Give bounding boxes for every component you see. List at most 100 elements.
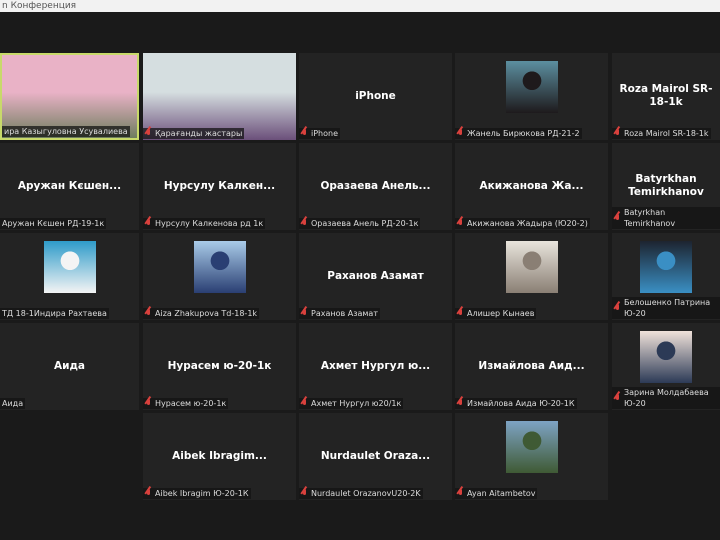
participant-tile[interactable]: Aiza Zhakupova Td-18-1k bbox=[143, 233, 296, 320]
participant-tile[interactable]: Измайлова Аид... Измайлова Аида Ю-20-1К bbox=[455, 323, 608, 410]
muted-mic-icon bbox=[614, 393, 621, 403]
muted-mic-icon bbox=[457, 309, 464, 318]
profile-picture bbox=[43, 241, 96, 293]
participant-name: Жанель Бирюкова РД-21-2 bbox=[467, 129, 580, 138]
participant-name: Roza Mairol SR-18-1k bbox=[624, 129, 709, 138]
muted-mic-icon bbox=[301, 489, 308, 498]
participant-tile[interactable]: iPhone iPhone bbox=[299, 53, 452, 140]
participant-tile[interactable]: Ayan Aitambetov bbox=[455, 413, 608, 500]
participant-tile[interactable]: Жанель Бирюкова РД-21-2 bbox=[455, 53, 608, 140]
muted-mic-icon bbox=[614, 303, 621, 313]
gallery-view: ира Казыгуловна Усувалиева Қарағанды жаст… bbox=[0, 0, 720, 540]
participant-name: Нурасем ю-20-1к bbox=[155, 399, 227, 408]
profile-picture bbox=[193, 241, 246, 293]
participant-display-name: Batyrkhan Temirkhanov bbox=[628, 173, 704, 198]
muted-mic-icon bbox=[145, 129, 152, 138]
participant-display-name: Акижанова Жа... bbox=[479, 179, 584, 192]
participant-display-name: Измайлова Аид... bbox=[478, 359, 585, 372]
participant-name-label: Nurdaulet OrazanovU20-2K bbox=[299, 488, 423, 499]
participant-tile[interactable]: Аружан Кєшен... Аружан Кєшен РД-19-1к bbox=[0, 143, 139, 230]
muted-mic-icon bbox=[457, 399, 464, 408]
participant-name-label: Нурсулу Калкенова рд 1к bbox=[143, 218, 266, 229]
participant-name: Ахмет Нургул ю20/1к bbox=[311, 399, 402, 408]
participant-tile[interactable]: Nurdaulet Oraza... Nurdaulet OrazanovU20-… bbox=[299, 413, 452, 500]
participant-display-name: Аружан Кєшен... bbox=[17, 179, 122, 192]
participant-name: Измайлова Аида Ю-20-1К bbox=[467, 399, 575, 408]
participant-name: Раханов Азамат bbox=[311, 309, 378, 318]
participant-tile[interactable]: Нурасем ю-20-1к Нурасем ю-20-1к bbox=[143, 323, 296, 410]
muted-mic-icon bbox=[457, 489, 464, 498]
muted-mic-icon bbox=[301, 309, 308, 318]
participant-name: Batyrkhan Temirkhanov bbox=[624, 208, 676, 228]
muted-mic-icon bbox=[614, 129, 621, 138]
participant-display-name: Ахмет Нургул ю... bbox=[320, 359, 431, 372]
participant-name: ира Казыгуловна Усувалиева bbox=[4, 127, 128, 136]
participant-name-label: Акижанова Жадыра (Ю20-2) bbox=[455, 218, 590, 229]
participant-name: Қарағанды жастары bbox=[155, 129, 243, 138]
participant-name: Aiza Zhakupova Td-18-1k bbox=[155, 309, 258, 318]
participant-name-label: Жанель Бирюкова РД-21-2 bbox=[455, 128, 582, 139]
participant-display-name: Aibek Ibragim... bbox=[172, 449, 267, 462]
participant-name-label: ира Казыгуловна Усувалиева bbox=[2, 126, 130, 137]
participant-display-name: Roza Mairol SR-18-1k bbox=[619, 83, 713, 108]
participant-name-label: Batyrkhan Temirkhanov bbox=[612, 207, 720, 229]
participant-name-label: iPhone bbox=[299, 128, 341, 139]
participant-tile[interactable]: Roza Mairol SR-18-1k Roza Mairol SR-18-1k bbox=[612, 53, 720, 140]
participant-tile[interactable]: Ахмет Нургул ю... Ахмет Нургул ю20/1к bbox=[299, 323, 452, 410]
participant-name-label: Зарина Молдабаева Ю-20 bbox=[612, 387, 720, 409]
participant-name: Акижанова Жадыра (Ю20-2) bbox=[467, 219, 588, 228]
participant-tile[interactable]: Акижанова Жа... Акижанова Жадыра (Ю20-2) bbox=[455, 143, 608, 230]
participant-name-label: Белошенко Патрина Ю-20 bbox=[612, 297, 720, 319]
muted-mic-icon bbox=[301, 129, 308, 138]
profile-picture bbox=[505, 421, 558, 473]
muted-mic-icon bbox=[145, 399, 152, 408]
profile-picture bbox=[505, 61, 558, 113]
participant-display-name: Раханов Азамат bbox=[327, 269, 424, 282]
participant-name: Aibek Ibragim Ю-20-1К bbox=[155, 489, 249, 498]
participant-name-label: ТД 18-1Индира Рахтаева bbox=[0, 308, 109, 319]
participant-name-label: Aibek Ibragim Ю-20-1К bbox=[143, 488, 251, 499]
muted-mic-icon bbox=[145, 219, 152, 228]
participant-tile[interactable]: Қарағанды жастары bbox=[143, 53, 296, 140]
participant-name: Белошенко Патрина Ю-20 bbox=[624, 298, 711, 318]
participant-tile[interactable]: Белошенко Патрина Ю-20 bbox=[612, 233, 720, 320]
participant-name-label: Ахмет Нургул ю20/1к bbox=[299, 398, 404, 409]
participant-name-label: Раханов Азамат bbox=[299, 308, 380, 319]
muted-mic-icon bbox=[457, 129, 464, 138]
participant-tile[interactable]: ира Казыгуловна Усувалиева bbox=[0, 53, 139, 140]
profile-picture bbox=[505, 241, 558, 293]
participant-name: Нурсулу Калкенова рд 1к bbox=[155, 219, 264, 228]
participant-tile[interactable]: Нурсулу Калкен... Нурсулу Калкенова рд 1к bbox=[143, 143, 296, 230]
participant-name: Оразаева Анель РД-20-1к bbox=[311, 219, 419, 228]
muted-mic-icon bbox=[614, 213, 621, 223]
participant-video bbox=[143, 53, 296, 140]
participant-name-label: Оразаева Анель РД-20-1к bbox=[299, 218, 421, 229]
participant-display-name: Nurdaulet Oraza... bbox=[320, 449, 431, 462]
muted-mic-icon bbox=[457, 219, 464, 228]
participant-name-label: Нурасем ю-20-1к bbox=[143, 398, 229, 409]
participant-tile[interactable]: Раханов Азамат Раханов Азамат bbox=[299, 233, 452, 320]
participant-name: ТД 18-1Индира Рахтаева bbox=[2, 309, 107, 318]
participant-tile[interactable]: Оразаева Анель... Оразаева Анель РД-20-1к bbox=[299, 143, 452, 230]
participant-tile[interactable]: ТД 18-1Индира Рахтаева bbox=[0, 233, 139, 320]
participant-name: Зарина Молдабаева Ю-20 bbox=[624, 388, 709, 408]
profile-picture bbox=[640, 331, 692, 383]
participant-tile[interactable]: Аида Аида bbox=[0, 323, 139, 410]
muted-mic-icon bbox=[301, 219, 308, 228]
participant-tile[interactable]: Batyrkhan Temirkhanov Batyrkhan Temirkhan… bbox=[612, 143, 720, 230]
participant-name: Ayan Aitambetov bbox=[467, 489, 536, 498]
participant-name: Алишер Кынаев bbox=[467, 309, 535, 318]
participant-name: Аида bbox=[2, 399, 24, 408]
participant-tile[interactable]: Алишер Кынаев bbox=[455, 233, 608, 320]
profile-picture bbox=[640, 241, 692, 293]
participant-display-name: Оразаева Анель... bbox=[320, 179, 431, 192]
participant-name-label: Измайлова Аида Ю-20-1К bbox=[455, 398, 577, 409]
muted-mic-icon bbox=[145, 489, 152, 498]
participant-name-label: Қарағанды жастары bbox=[143, 128, 245, 139]
participant-tile[interactable]: Зарина Молдабаева Ю-20 bbox=[612, 323, 720, 410]
participant-name: Nurdaulet OrazanovU20-2K bbox=[311, 489, 421, 498]
participant-tile[interactable]: Aibek Ibragim... Aibek Ibragim Ю-20-1К bbox=[143, 413, 296, 500]
muted-mic-icon bbox=[301, 399, 308, 408]
muted-mic-icon bbox=[145, 309, 152, 318]
participant-name-label: Алишер Кынаев bbox=[455, 308, 537, 319]
